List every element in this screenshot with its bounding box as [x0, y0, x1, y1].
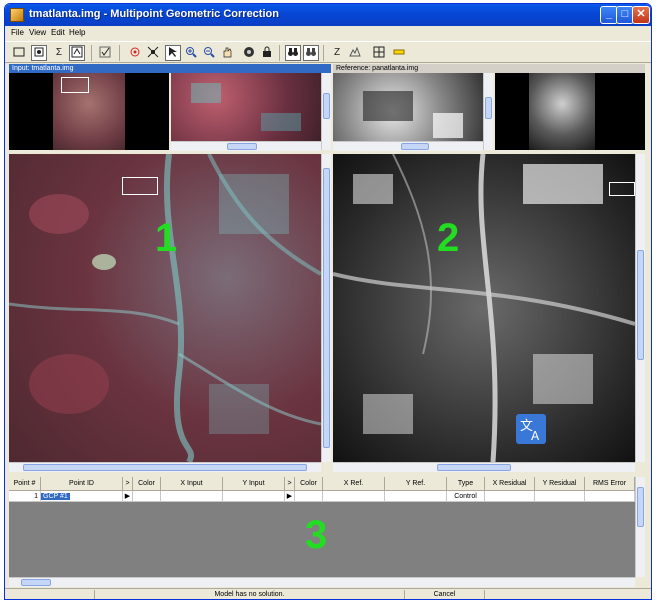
pan-hand-icon[interactable] — [219, 45, 235, 61]
input-main-vscroll[interactable] — [321, 154, 331, 462]
z-icon[interactable]: Z — [329, 45, 345, 61]
cancel-button[interactable]: Cancel — [405, 590, 485, 599]
sigma-icon[interactable]: Σ — [51, 45, 67, 61]
cell-x-residual — [485, 491, 535, 502]
col-x-ref[interactable]: X Ref. — [323, 477, 385, 491]
cell-rms-error — [585, 491, 635, 502]
app-icon — [10, 8, 24, 22]
col-point-num[interactable]: Point # — [9, 477, 41, 491]
reference-zoom-vscroll[interactable] — [483, 73, 493, 150]
input-image-texture — [9, 154, 321, 462]
cell-x-ref[interactable] — [323, 491, 385, 502]
input-overview[interactable] — [9, 73, 169, 150]
app-window: tmatlanta.img - Multipoint Geometric Cor… — [4, 3, 652, 600]
reference-overview[interactable] — [495, 73, 645, 150]
drive-icon[interactable] — [241, 45, 257, 61]
input-zoom-hscroll[interactable] — [171, 141, 321, 151]
col-x-residual[interactable]: X Residual — [485, 477, 535, 491]
reference-zoom-view[interactable] — [333, 73, 483, 150]
input-overview-box[interactable] — [61, 77, 89, 93]
zoom-in-icon[interactable] — [183, 45, 199, 61]
status-message: Model has no solution. — [95, 590, 405, 599]
cell-y-residual — [535, 491, 585, 502]
cell-color[interactable] — [133, 491, 161, 502]
reference-image-texture — [333, 154, 635, 462]
zoom-out-icon[interactable] — [201, 45, 217, 61]
svg-text:A: A — [531, 429, 540, 443]
select-arrow-icon[interactable] — [165, 45, 181, 61]
highlight-icon[interactable] — [391, 45, 407, 61]
reference-pane-header: Reference: panatlanta.img — [333, 64, 645, 73]
cell-y-ref[interactable] — [385, 491, 447, 502]
input-zoom-view[interactable] — [171, 73, 321, 150]
lock-icon[interactable] — [259, 45, 275, 61]
cell-point-id-value: GCP #1 — [41, 493, 70, 500]
reference-main-hscroll[interactable] — [333, 462, 635, 472]
window-title: tmatlanta.img - Multipoint Geometric Cor… — [29, 8, 279, 20]
cell-marker: ▶ — [123, 491, 133, 502]
menu-help[interactable]: Help — [69, 28, 85, 37]
cell-point-num: 1 — [9, 491, 41, 502]
gcp-create-icon[interactable] — [127, 45, 143, 61]
col-color-2[interactable]: Color — [295, 477, 323, 491]
grid-number: 3 — [305, 513, 328, 557]
cell-color-2[interactable] — [295, 491, 323, 502]
col-marker[interactable]: > — [123, 477, 133, 491]
link-viewers-icon[interactable] — [31, 45, 47, 61]
input-pane-number: 1 — [155, 216, 178, 260]
binoculars-icon[interactable] — [285, 45, 301, 61]
menu-view[interactable]: View — [29, 28, 46, 37]
status-panel-right — [485, 590, 651, 599]
reference-pane-number: 2 — [437, 216, 460, 260]
input-zoom-vscroll[interactable] — [321, 73, 331, 150]
menu-edit[interactable]: Edit — [51, 28, 65, 37]
col-type[interactable]: Type — [447, 477, 485, 491]
close-button[interactable]: ✕ — [632, 6, 650, 24]
col-x-input[interactable]: X Input — [161, 477, 223, 491]
new-viewer-icon[interactable] — [11, 45, 27, 61]
input-main-hscroll[interactable] — [9, 462, 321, 472]
col-marker-2[interactable]: > — [285, 477, 295, 491]
gcp-table: Point # Point ID > Color X Input Y Input… — [9, 477, 635, 577]
col-y-ref[interactable]: Y Ref. — [385, 477, 447, 491]
cell-x-input[interactable] — [161, 491, 223, 502]
menu-file[interactable]: File — [11, 28, 24, 37]
grid-icon[interactable] — [371, 45, 387, 61]
reference-main-vscroll[interactable] — [635, 154, 645, 462]
cell-y-input[interactable] — [223, 491, 285, 502]
gcp-table-header: Point # Point ID > Color X Input Y Input… — [9, 477, 635, 491]
reference-main-view[interactable]: 2 文A — [333, 154, 635, 462]
cell-marker-2: ▶ — [285, 491, 295, 502]
cell-point-id[interactable]: GCP #1 — [41, 491, 123, 502]
table-row[interactable]: 1 GCP #1 ▶ ▶ Control — [9, 491, 635, 502]
col-rms-error[interactable]: RMS Error — [585, 477, 635, 491]
reference-zoom-hscroll[interactable] — [333, 141, 483, 151]
input-zoom-box[interactable] — [122, 177, 158, 195]
status-bar: Model has no solution. Cancel — [5, 588, 651, 599]
binoculars-alt-icon[interactable] — [303, 45, 319, 61]
input-main-view[interactable]: 1 — [9, 154, 321, 462]
menu-bar: File View Edit Help — [5, 26, 651, 40]
grid-vscroll[interactable] — [635, 477, 645, 577]
elevation-icon[interactable] — [347, 45, 363, 61]
status-panel-left — [5, 590, 95, 599]
col-y-input[interactable]: Y Input — [223, 477, 285, 491]
grid-hscroll[interactable] — [9, 577, 635, 587]
cell-type[interactable]: Control — [447, 491, 485, 502]
translate-icon[interactable]: 文A — [516, 414, 546, 444]
compute-model-icon[interactable] — [69, 45, 85, 61]
col-point-id[interactable]: Point ID — [41, 477, 123, 491]
input-pane-header: Input: tmatlanta.img — [9, 64, 331, 73]
col-color[interactable]: Color — [133, 477, 161, 491]
title-bar[interactable]: tmatlanta.img - Multipoint Geometric Cor… — [5, 4, 651, 26]
col-y-residual[interactable]: Y Residual — [535, 477, 585, 491]
reference-zoom-box[interactable] — [609, 182, 635, 196]
checkmark-icon[interactable] — [97, 45, 113, 61]
toolbar: Σ Z — [5, 41, 651, 63]
zoom-fit-icon[interactable] — [145, 45, 161, 61]
